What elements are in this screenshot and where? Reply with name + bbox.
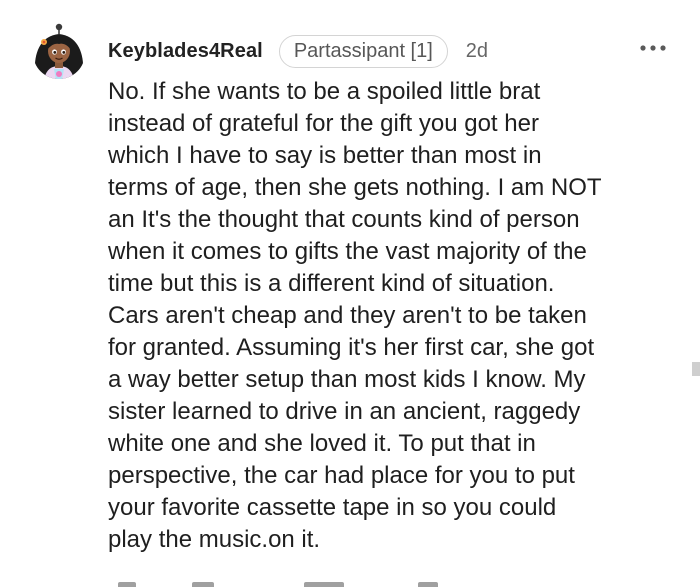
more-horizontal-icon [640,45,666,51]
reply-button[interactable] [304,582,344,587]
username-link[interactable]: Keyblades4Real [108,40,263,63]
award-icon[interactable] [418,582,438,587]
scrollbar-handle[interactable] [692,362,700,376]
comment-header: Keyblades4Real Partassipant [1] 2d [108,34,488,68]
user-flair-badge: Partassipant [1] [278,34,448,68]
downvote-icon[interactable] [192,582,214,587]
comment-timestamp[interactable]: 2d [466,40,488,63]
comment-action-bar [108,574,668,587]
comment: Keyblades4Real Partassipant [1] 2d No. I… [0,0,700,587]
user-avatar-icon[interactable] [30,22,88,80]
comment-body: No. If she wants to be a spoiled little … [108,78,602,553]
upvote-icon[interactable] [118,582,136,587]
more-options-button[interactable] [638,38,668,58]
avatar-illustration [33,23,85,79]
